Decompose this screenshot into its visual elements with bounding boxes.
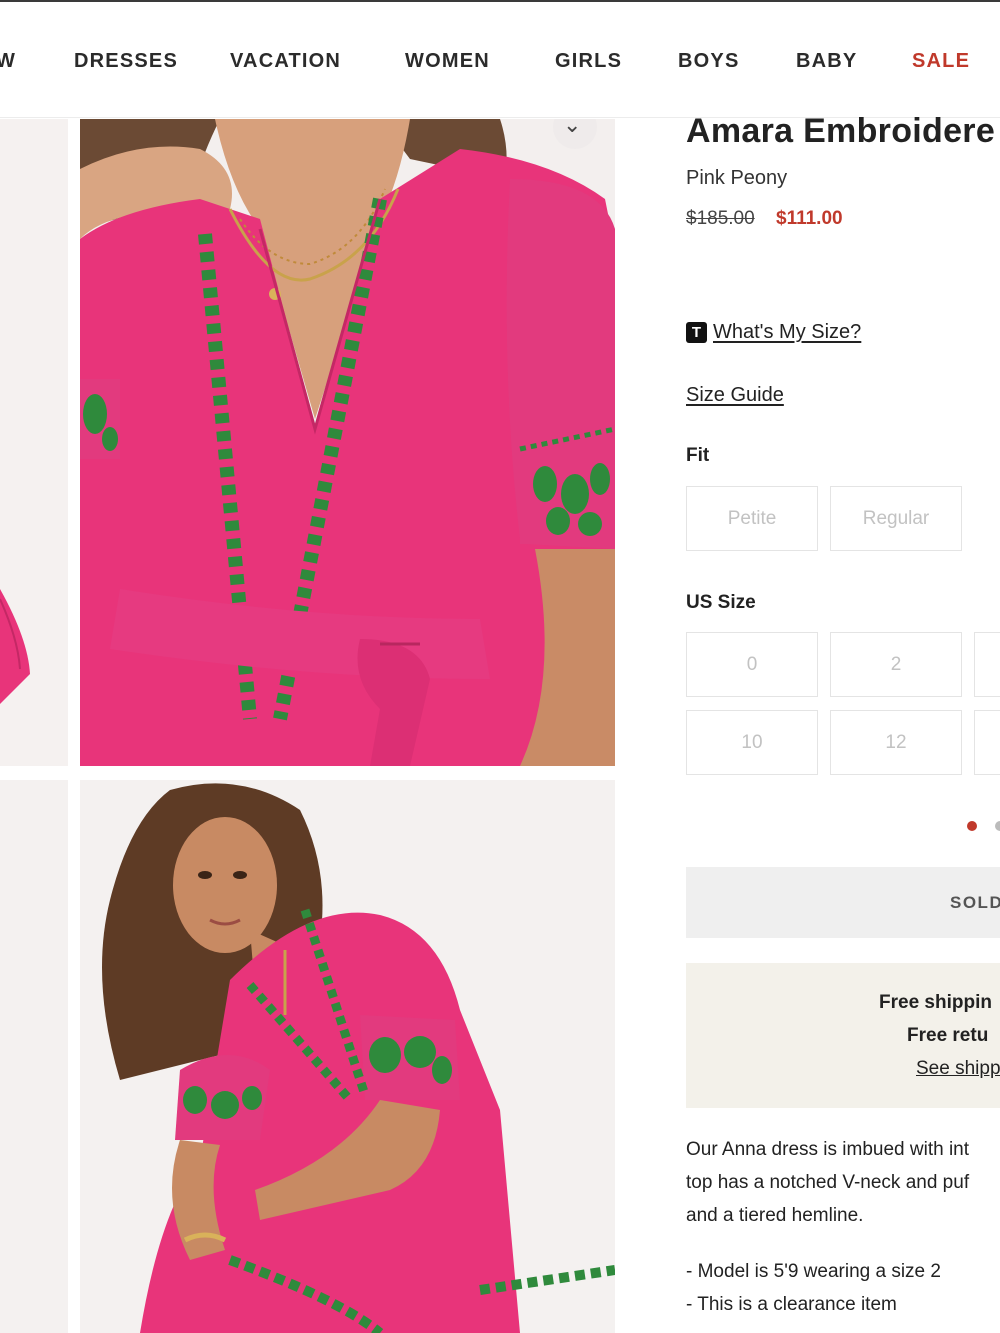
size-option-partial-2[interactable] [974, 710, 1000, 775]
price-original: $185.00 [686, 208, 755, 229]
fit-option-regular[interactable]: Regular [830, 486, 962, 551]
product-title: Amara Embroidere [686, 112, 996, 150]
see-shipping-link[interactable]: See shipp [916, 1058, 1000, 1080]
carousel-dot-icon[interactable] [995, 821, 1000, 831]
size-option-10[interactable]: 10 [686, 710, 818, 775]
description-bullet-1: - Model is 5'9 wearing a size 2 [686, 1261, 941, 1282]
nav-item-boys[interactable]: BOYS [678, 50, 739, 73]
product-image-detail[interactable]: ⌄ [80, 119, 615, 766]
fit-option-petite[interactable]: Petite [686, 486, 818, 551]
product-image-model[interactable] [80, 780, 615, 1333]
fit-label: Fit [686, 445, 710, 466]
size-option-0[interactable]: 0 [686, 632, 818, 697]
size-option-12[interactable]: 12 [830, 710, 962, 775]
description-line-1: Our Anna dress is imbued with int [686, 1139, 970, 1160]
chevron-down-icon[interactable]: ⌄ [563, 119, 581, 138]
price-sale: $111.00 [776, 208, 843, 229]
carousel-dot-icon[interactable] [967, 821, 977, 831]
product-image-partial-2[interactable] [0, 780, 68, 1333]
whats-my-size-label[interactable]: What's My Size? [713, 321, 861, 344]
nav-item-girls[interactable]: GIRLS [555, 50, 622, 73]
nav-item-baby[interactable]: BABY [796, 50, 857, 73]
nav-item-new[interactable]: W [0, 50, 16, 73]
main-nav: W DRESSES VACATION WOMEN GIRLS BOYS BABY… [0, 2, 1000, 118]
free-returns-text: Free retu [907, 1025, 989, 1046]
nav-item-sale[interactable]: SALE [912, 50, 970, 73]
description-bullet-2: - This is a clearance item [686, 1294, 897, 1315]
size-badge-icon: T [686, 322, 707, 343]
sold-out-button[interactable]: SOLD [686, 867, 1000, 938]
size-option-2[interactable]: 2 [830, 632, 962, 697]
nav-item-dresses[interactable]: DRESSES [74, 50, 178, 73]
shipping-info-box: Free shippin Free retu See shipp [686, 963, 1000, 1108]
size-option-partial[interactable] [974, 632, 1000, 697]
whats-my-size-link[interactable]: T What's My Size? [686, 321, 861, 344]
us-size-label: US Size [686, 592, 756, 613]
nav-item-vacation[interactable]: VACATION [230, 50, 341, 73]
size-guide-link[interactable]: Size Guide [686, 384, 784, 407]
product-image-partial-1[interactable] [0, 119, 68, 766]
nav-item-women[interactable]: WOMEN [405, 50, 490, 73]
free-shipping-text: Free shippin [879, 992, 992, 1013]
product-color-name: Pink Peony [686, 167, 788, 189]
description-line-3: and a tiered hemline. [686, 1205, 864, 1226]
description-line-2: top has a notched V-neck and puf [686, 1172, 970, 1193]
